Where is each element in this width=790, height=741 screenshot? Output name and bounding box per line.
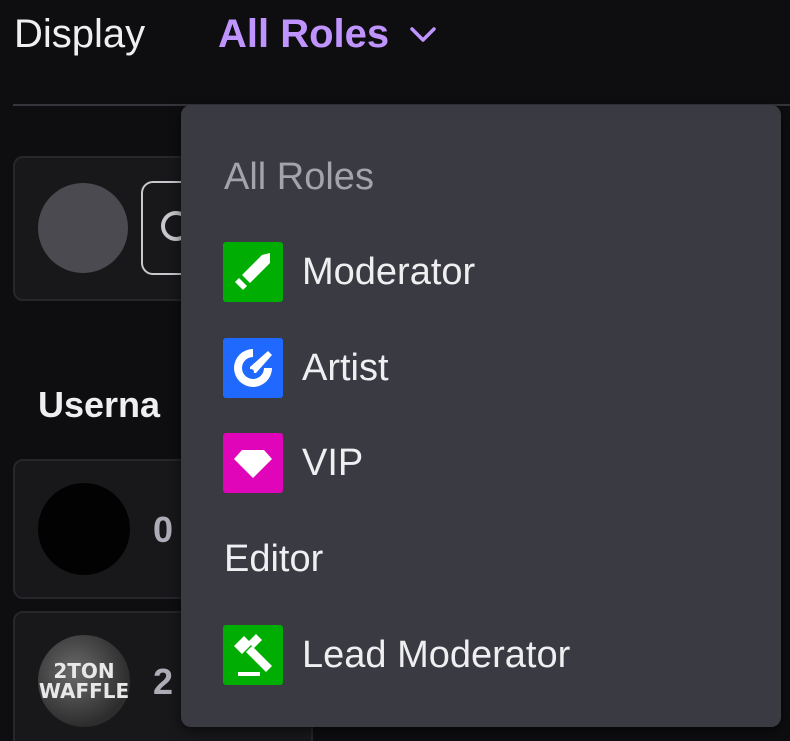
chevron-down-icon <box>410 27 436 42</box>
role-filter-menu: All Roles Moderator Artist VIP Editor Le… <box>181 105 781 727</box>
menu-option-moderator[interactable]: Moderator <box>223 242 475 302</box>
role-filter-dropdown[interactable]: All Roles <box>218 12 439 56</box>
menu-option-label: VIP <box>302 441 364 484</box>
menu-option-artist[interactable]: Artist <box>223 338 389 398</box>
menu-option-lead-moderator[interactable]: Lead Moderator <box>223 625 570 685</box>
username: 0 <box>153 509 174 550</box>
menu-option-editor[interactable]: Editor <box>224 529 323 589</box>
display-label: Display <box>14 12 146 56</box>
paintbrush-icon <box>223 338 283 398</box>
menu-option-vip[interactable]: VIP <box>223 433 363 493</box>
avatar-logo-text: WAFFLE <box>38 679 130 703</box>
avatar <box>38 483 130 575</box>
sword-icon <box>223 242 283 302</box>
username: 2 <box>153 661 174 702</box>
gavel-icon <box>223 625 283 685</box>
gem-icon <box>223 433 283 493</box>
menu-option-label: Artist <box>302 346 389 389</box>
avatar <box>38 183 128 273</box>
role-filter-value: All Roles <box>218 12 390 56</box>
menu-option-label: Lead Moderator <box>302 633 571 676</box>
menu-option-label: Editor <box>224 537 324 580</box>
avatar: 2TON WAFFLE <box>38 635 130 727</box>
page: Display All Roles Userna 0 2TON WAFFLE 2… <box>0 0 790 741</box>
avatar-logo-text: 2TON <box>53 659 115 683</box>
menu-option-all-roles[interactable]: All Roles <box>224 155 374 199</box>
username-column-header: Userna <box>38 384 161 425</box>
menu-option-label: Moderator <box>302 250 476 293</box>
